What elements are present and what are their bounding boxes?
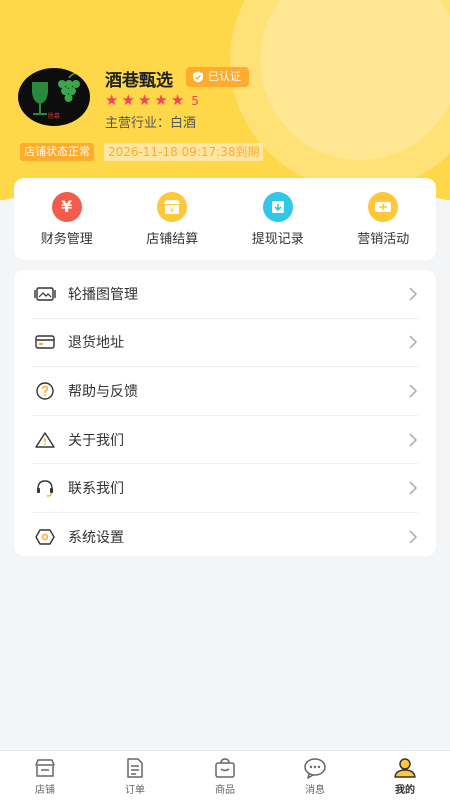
tab-orders[interactable]: 订单 — [90, 751, 180, 801]
logo-text: 胜慕 — [48, 113, 61, 120]
tab-label: 我的 — [395, 784, 415, 796]
goods-bag-icon — [215, 757, 235, 778]
order-icon — [127, 757, 143, 778]
menu-item-label: 联系我们 — [68, 481, 124, 498]
chevron-right-icon — [409, 335, 418, 349]
menu-item-about-us[interactable]: 关于我们 — [32, 416, 418, 465]
menu-item-contact-us[interactable]: 联系我们 — [32, 464, 418, 513]
store-icon — [35, 758, 55, 777]
quick-action-settlement[interactable]: ¥ 店铺结算 — [127, 191, 217, 247]
bottom-tab-bar: 店铺 订单 商品 消息 我的 — [0, 750, 450, 801]
industry-value: 白酒 — [170, 116, 197, 131]
menu-item-return-address[interactable]: 退货地址 — [32, 319, 418, 368]
shop-name: 酒巷甄选 — [105, 71, 173, 91]
help-icon — [34, 380, 56, 402]
shop-status-badge: 店铺状态正常 — [20, 143, 94, 161]
verified-label: 已认证 — [208, 70, 241, 83]
chevron-right-icon — [409, 530, 418, 544]
settings-hexagon-icon — [34, 526, 56, 548]
verified-badge: 已认证 — [186, 67, 249, 87]
menu-item-label: 帮助与反馈 — [68, 383, 138, 400]
chevron-right-icon — [409, 481, 418, 495]
shield-check-icon — [193, 71, 203, 83]
quick-action-label: 财务管理 — [40, 231, 93, 247]
chevron-right-icon — [409, 433, 418, 447]
expire-time: 2026-11-18 09:17:38到期 — [104, 143, 264, 161]
user-icon — [394, 757, 416, 778]
tab-label: 消息 — [305, 784, 325, 796]
carousel-icon — [34, 283, 56, 305]
yuan-icon: ¥ — [51, 191, 82, 222]
quick-action-finance[interactable]: ¥ 财务管理 — [22, 191, 112, 247]
menu-item-label: 轮播图管理 — [68, 286, 138, 303]
industry-label: 主营行业： — [105, 116, 171, 131]
tab-goods[interactable]: 商品 — [180, 751, 270, 801]
warning-triangle-icon — [34, 429, 56, 451]
star-icon: ★ — [170, 91, 185, 109]
tab-label: 商品 — [215, 784, 235, 796]
headset-icon — [34, 477, 56, 499]
menu-item-help-feedback[interactable]: 帮助与反馈 — [32, 367, 418, 416]
quick-action-label: 营销活动 — [357, 231, 410, 247]
quick-action-withdraw[interactable]: 提现记录 — [233, 191, 323, 247]
main-industry: 主营行业：白酒 — [105, 112, 196, 131]
marketing-icon — [368, 191, 399, 222]
star-icon: ★ — [137, 91, 152, 109]
withdraw-icon — [262, 191, 293, 222]
chevron-right-icon — [409, 287, 418, 301]
menu-item-system-settings[interactable]: 系统设置 — [32, 513, 418, 561]
shop-settle-icon: ¥ — [157, 191, 188, 222]
quick-action-marketing[interactable]: 营销活动 — [338, 191, 428, 247]
menu-item-label: 关于我们 — [68, 432, 124, 449]
chevron-right-icon — [409, 384, 418, 398]
tab-mine[interactable]: 我的 — [360, 751, 450, 801]
menu-item-label: 系统设置 — [68, 529, 124, 546]
rating-stars: ★ ★ ★ ★ ★ 5 — [105, 93, 199, 108]
tab-label: 店铺 — [35, 784, 55, 796]
menu-item-carousel[interactable]: 轮播图管理 — [32, 270, 418, 319]
rating-score: 5 — [191, 93, 199, 108]
star-icon: ★ — [105, 91, 119, 109]
message-icon — [304, 757, 326, 779]
star-icon: ★ — [121, 91, 135, 109]
shop-logo[interactable]: 胜慕 — [18, 68, 90, 126]
star-icon: ★ — [154, 91, 168, 109]
quick-actions-card: ¥ 财务管理 ¥ 店铺结算 提现记录 营销活动 — [14, 178, 436, 260]
address-card-icon — [34, 331, 56, 353]
tab-label: 订单 — [125, 784, 145, 796]
menu-item-label: 退货地址 — [68, 335, 124, 352]
quick-action-label: 店铺结算 — [146, 231, 199, 247]
quick-action-label: 提现记录 — [251, 231, 304, 247]
settings-menu-card: 轮播图管理 退货地址 帮助与反馈 关于我们 联系我们 系统设置 — [14, 270, 436, 556]
tab-messages[interactable]: 消息 — [270, 751, 360, 801]
tab-store[interactable]: 店铺 — [0, 751, 90, 801]
svg-text:¥: ¥ — [170, 206, 175, 215]
